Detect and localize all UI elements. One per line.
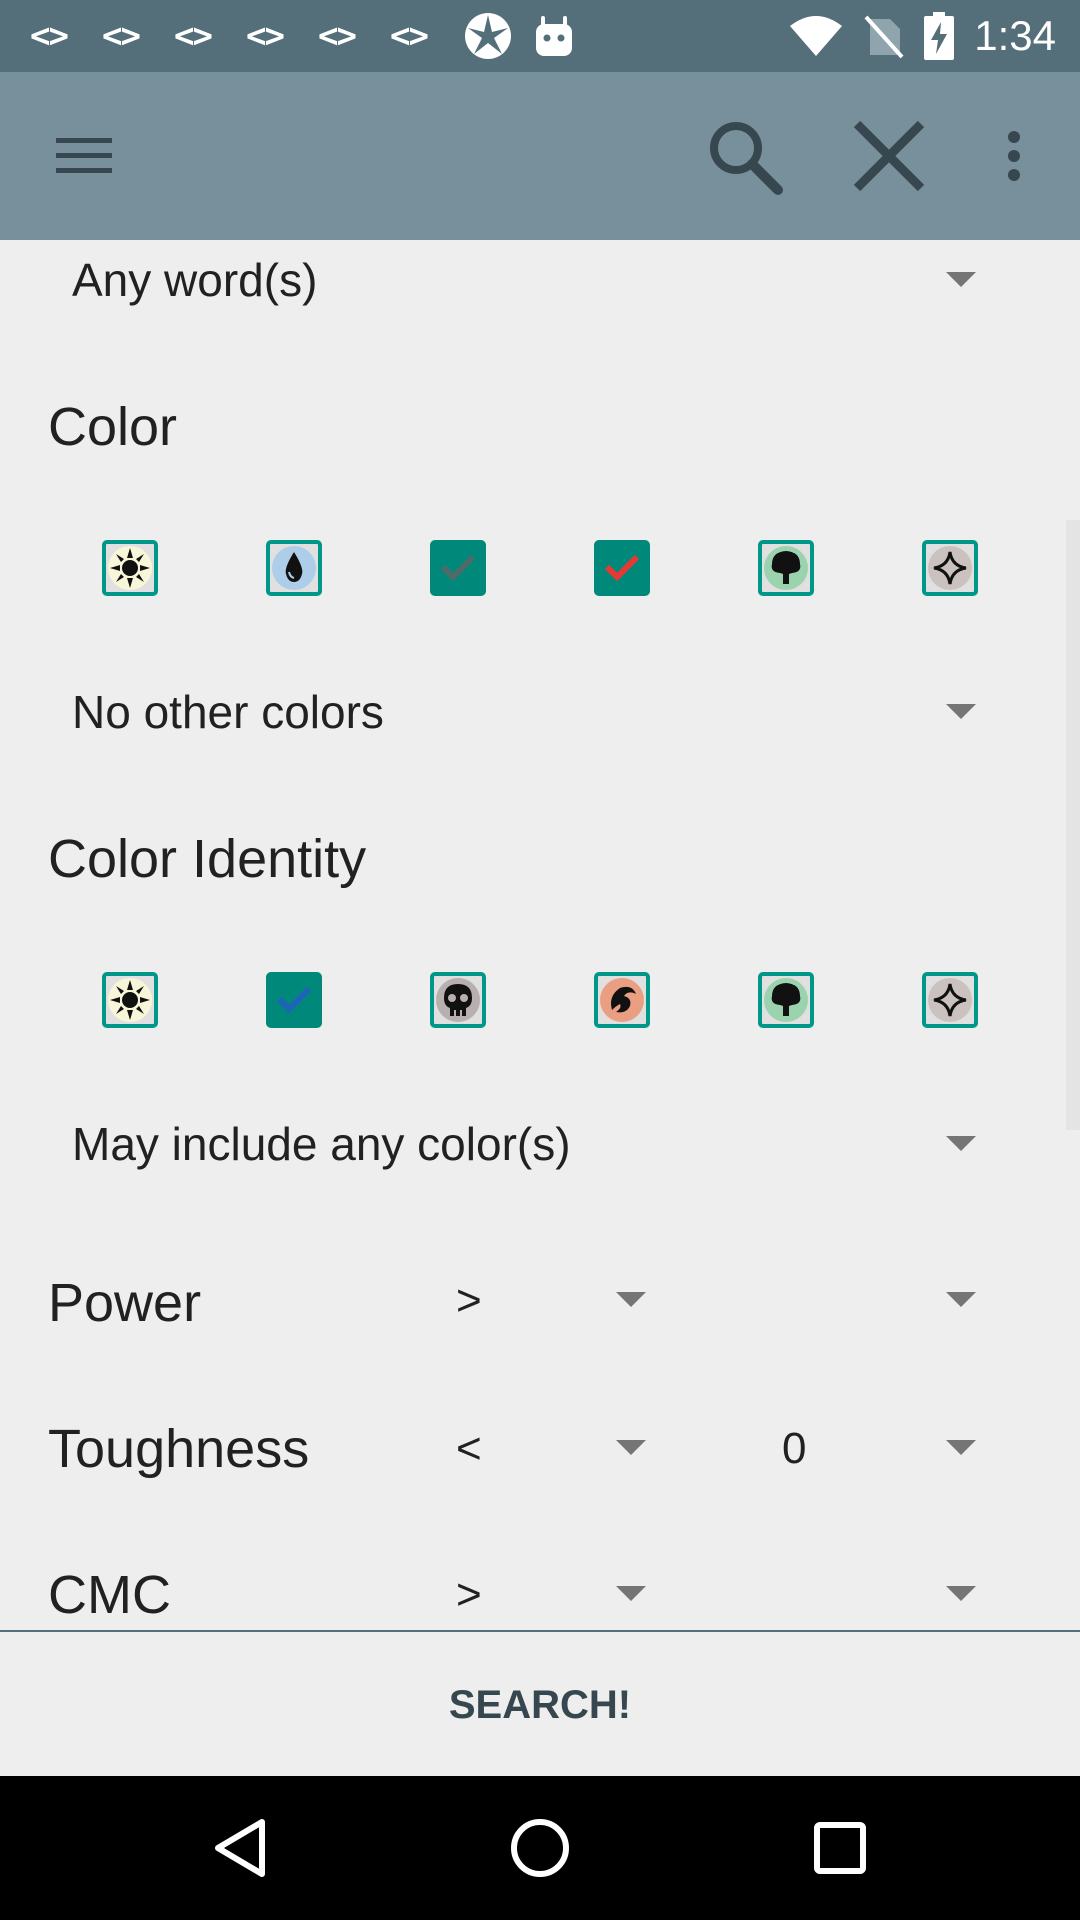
dropdown-arrow-icon [946,1292,976,1307]
dropdown-arrow-icon [616,1292,646,1307]
home-icon[interactable] [496,1804,584,1892]
cmc-operator-value: > [456,1570,482,1619]
color-mode-spinner[interactable]: No other colors [72,672,992,752]
color-colorless-checkbox[interactable] [922,540,978,596]
power-operator-value: > [456,1276,482,1325]
color-identity-mode-spinner[interactable]: May include any color(s) [72,1104,992,1184]
code-icon: <> [390,16,429,56]
dropdown-arrow-icon [946,1136,976,1151]
notification-icons: <> <> <> <> <> <> [30,10,574,62]
no-sim-icon [864,15,904,59]
power-operator-spinner[interactable]: > [440,1258,660,1338]
search-form[interactable]: Any word(s) Color No other colors Color … [0,240,1080,1630]
search-icon[interactable] [700,112,788,200]
white-mana-icon [108,978,152,1022]
identity-white-checkbox[interactable] [102,972,158,1028]
android-icon [536,16,572,56]
code-icon: <> [102,16,141,56]
dropdown-arrow-icon [616,1586,646,1601]
color-identity-mode-value: May include any color(s) [72,1118,571,1170]
system-status: 1:34 [788,0,1056,72]
color-black-checkbox[interactable] [430,540,486,596]
search-button-bar: SEARCH! [0,1630,1080,1776]
color-green-checkbox[interactable] [758,540,814,596]
green-mana-icon [764,978,808,1022]
color-mode-value: No other colors [72,686,384,738]
identity-red-checkbox[interactable] [594,972,650,1028]
white-mana-icon [108,546,152,590]
toughness-value-spinner[interactable]: 0 [730,1406,990,1486]
cmc-operator-spinner[interactable]: > [440,1552,660,1630]
code-icon: <> [246,16,285,56]
identity-green-checkbox[interactable] [758,972,814,1028]
dropdown-arrow-icon [946,704,976,719]
color-blue-checkbox[interactable] [266,540,322,596]
identity-colorless-checkbox[interactable] [922,972,978,1028]
wifi-icon [790,16,843,56]
recents-icon[interactable] [796,1804,884,1892]
red-mana-icon [600,978,644,1022]
green-mana-icon [764,546,808,590]
identity-black-checkbox[interactable] [430,972,486,1028]
dropdown-arrow-icon [946,1586,976,1601]
power-value-spinner[interactable] [730,1258,990,1338]
battery-charging-icon [924,12,955,60]
code-icon: <> [318,16,357,56]
color-red-checkbox[interactable] [594,540,650,596]
cmc-value-spinner[interactable] [730,1552,990,1630]
color-title: Color [48,397,178,457]
toughness-label: Toughness [48,1419,310,1479]
checkmark-icon [440,554,476,582]
more-vert-icon[interactable] [970,112,1058,200]
power-label: Power [48,1273,202,1333]
navigation-bar [0,1776,1080,1920]
app-toolbar [0,72,1080,240]
mtg-icon [465,13,511,59]
colorless-mana-icon [928,546,972,590]
clock: 1:34 [974,12,1056,59]
toughness-operator-spinner[interactable]: < [440,1406,660,1486]
text-mode-value: Any word(s) [72,254,318,306]
colorless-mana-icon [928,978,972,1022]
code-icon: <> [174,16,213,56]
dropdown-arrow-icon [946,1440,976,1455]
scrollbar[interactable] [1066,520,1080,1130]
identity-blue-checkbox[interactable] [266,972,322,1028]
black-mana-icon [436,978,480,1022]
text-mode-spinner[interactable]: Any word(s) [72,240,992,320]
menu-icon[interactable] [40,112,128,200]
color-identity-title: Color Identity [48,829,367,889]
back-icon[interactable] [196,1804,284,1892]
dropdown-arrow-icon [616,1440,646,1455]
status-bar: <> <> <> <> <> <> 1:34 [0,0,1080,72]
toughness-operator-value: < [456,1424,482,1473]
search-button[interactable]: SEARCH! [0,1632,1080,1778]
color-white-checkbox[interactable] [102,540,158,596]
toughness-value: 0 [782,1424,807,1473]
code-icon: <> [30,16,69,56]
cmc-label: CMC [48,1565,171,1625]
close-icon[interactable] [845,112,933,200]
checkmark-icon [276,986,312,1014]
blue-mana-icon [272,546,316,590]
checkmark-icon [604,554,640,582]
dropdown-arrow-icon [946,272,976,287]
